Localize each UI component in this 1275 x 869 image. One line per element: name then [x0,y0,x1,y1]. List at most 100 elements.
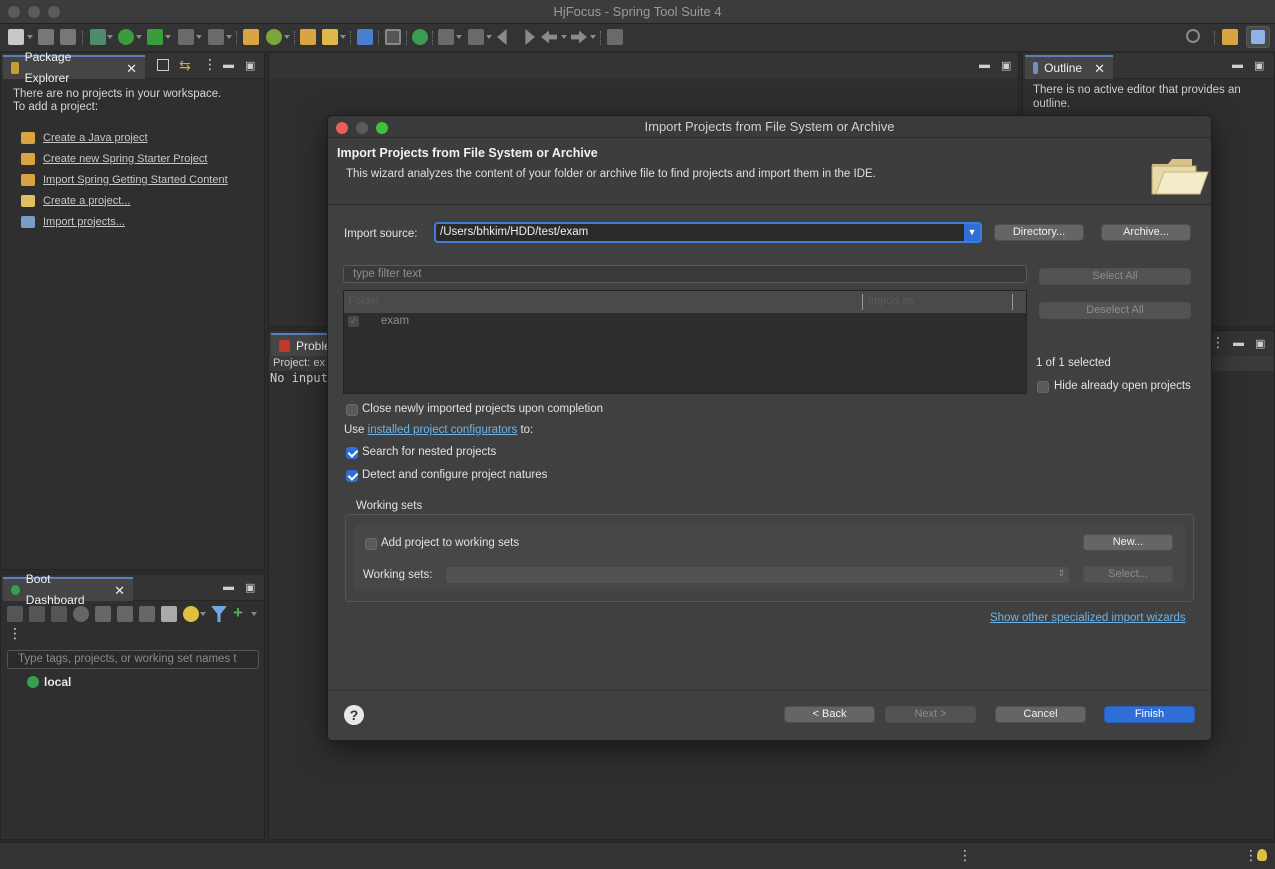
minimize-icon[interactable]: ▬ [979,59,990,71]
configurators-link[interactable]: installed project configurators [368,424,518,436]
save-icon[interactable] [38,29,54,45]
back-icon[interactable] [541,30,557,44]
close-imported-checkbox[interactable] [346,404,358,416]
filter-icon[interactable] [211,606,227,622]
refresh-icon[interactable] [117,606,133,622]
close-icon[interactable]: ✕ [1094,58,1105,79]
stop-icon[interactable] [51,606,67,622]
dialog-close-button[interactable] [336,122,348,134]
lightbulb-icon[interactable] [183,606,199,622]
minimize-icon[interactable]: ▬ [223,59,234,71]
maximize-icon[interactable]: ▣ [1254,59,1264,72]
import-projects-link[interactable]: Import projects... [21,211,228,232]
status-menu-icon[interactable]: ⋮ [958,847,972,864]
chevron-down-icon[interactable]: ▼ [964,224,980,241]
maximize-icon[interactable]: ▣ [245,59,255,72]
save-all-icon[interactable] [60,29,76,45]
link-editor-icon[interactable]: ⇆ [179,57,191,74]
status-menu-icon-2[interactable]: ⋮ [1244,847,1258,864]
filter-input[interactable]: type filter text [343,265,1027,283]
create-spring-starter-link[interactable]: Create new Spring Starter Project [21,148,228,169]
create-project-link[interactable]: Create a project... [21,190,228,211]
search-view-icon[interactable] [357,29,373,45]
select-working-set-button[interactable]: Select... [1083,566,1173,583]
boot-target-local[interactable]: local [27,675,71,689]
prev-annotation-icon[interactable] [468,29,484,45]
pin-editor-icon[interactable] [607,29,623,45]
tab-boot-dashboard[interactable]: Boot Dashboard ✕ [3,572,133,607]
maximize-icon[interactable]: ▣ [1255,337,1265,350]
view-menu-icon[interactable]: ⋮ [1211,334,1225,351]
row-checkbox[interactable]: ✓ [348,316,359,327]
minimize-icon[interactable]: ▬ [1232,59,1243,71]
new-package-icon[interactable] [243,29,259,45]
boot-dashboard-icon[interactable] [412,29,428,45]
working-sets-combo[interactable]: ⇕ [446,567,1069,583]
minimize-icon[interactable]: ▬ [223,581,234,593]
window-minimize-button[interactable] [28,6,40,18]
forward-edit-icon[interactable] [525,29,535,45]
dialog-minimize-button[interactable] [356,122,368,134]
new-icon[interactable] [8,29,24,45]
dialog-zoom-button[interactable] [376,122,388,134]
run-external-icon[interactable] [147,29,163,45]
create-java-project-link[interactable]: Create a Java project [21,127,228,148]
import-spring-guide-link[interactable]: Import Spring Getting Started Content [21,169,228,190]
window-icon[interactable] [161,606,177,622]
start-icon[interactable] [7,606,23,622]
open-browser-icon[interactable] [73,606,89,622]
next-button[interactable]: Next > [885,706,976,723]
search-icon[interactable] [1186,29,1200,43]
new-class-icon[interactable] [266,29,282,45]
debug-icon[interactable] [29,606,45,622]
deselect-all-button[interactable]: Deselect All [1039,302,1191,319]
directory-button[interactable]: Directory... [994,224,1084,241]
maximize-icon[interactable]: ▣ [245,581,255,594]
back-button[interactable]: < Back [784,706,875,723]
search-nested-checkbox[interactable] [346,447,358,459]
finish-button[interactable]: Finish [1104,706,1195,723]
new-working-set-button[interactable]: New... [1083,534,1173,551]
next-annotation-icon[interactable] [438,29,454,45]
open-console-icon[interactable] [95,606,111,622]
debug-icon[interactable] [90,29,106,45]
edit-icon[interactable] [139,606,155,622]
spring-perspective-button[interactable] [1246,26,1270,48]
column-import-as[interactable]: Import as [868,295,914,307]
help-icon[interactable]: ? [344,705,364,725]
other-wizards-link[interactable]: Show other specialized import wizards [990,612,1186,624]
cancel-button[interactable]: Cancel [995,706,1086,723]
tab-package-explorer[interactable]: Package Explorer ✕ [3,50,145,85]
view-menu-icon[interactable]: ⋮ [203,56,217,73]
maximize-icon[interactable]: ▣ [1001,59,1011,72]
deploy-icon[interactable] [208,29,224,45]
view-menu-icon[interactable]: ⋮ [8,625,22,642]
archive-button[interactable]: Archive... [1101,224,1191,241]
toggle-mark-icon[interactable] [385,29,401,45]
minimize-icon[interactable]: ▬ [1233,337,1244,349]
collapse-all-icon[interactable] [157,59,169,71]
tip-lightbulb-icon[interactable] [1257,849,1267,861]
run-icon[interactable] [118,29,134,45]
close-icon[interactable]: ✕ [126,58,137,79]
close-icon[interactable]: ✕ [114,580,125,601]
empty-workspace-message: There are no projects in your workspace.… [13,88,221,114]
last-edit-icon[interactable] [497,29,507,45]
forward-icon[interactable] [571,30,587,44]
tab-outline[interactable]: Outline ✕ [1025,55,1113,79]
column-folder[interactable]: Folder [348,295,379,307]
import-source-combo[interactable]: /Users/bhkim/HDD/test/exam ▼ [434,222,982,243]
hide-open-checkbox[interactable] [1037,381,1049,393]
window-close-button[interactable] [8,6,20,18]
select-all-button[interactable]: Select All [1039,268,1191,285]
add-icon[interactable]: + [233,603,243,623]
add-to-working-sets-checkbox[interactable] [365,538,377,550]
stop-icon[interactable] [178,29,194,45]
table-row[interactable]: ✓ exam [344,313,1026,331]
open-task-icon[interactable] [322,29,338,45]
boot-filter-input[interactable]: Type tags, projects, or working set name… [7,650,259,669]
open-perspective-icon[interactable] [1222,29,1238,45]
open-type-icon[interactable] [300,29,316,45]
detect-natures-checkbox[interactable] [346,470,358,482]
window-zoom-button[interactable] [48,6,60,18]
